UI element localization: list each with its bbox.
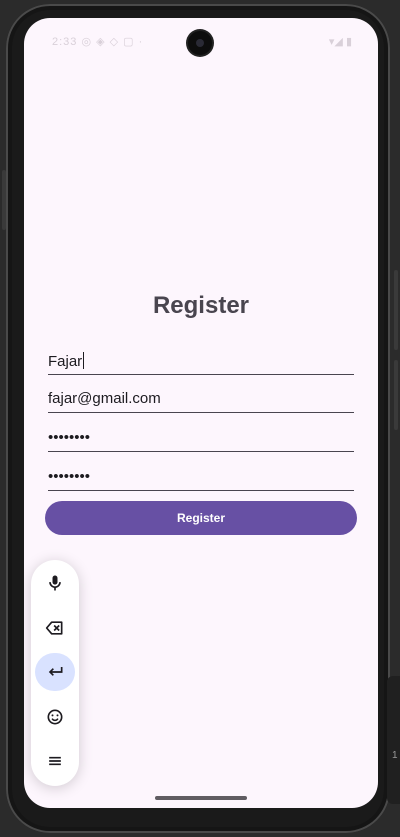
confirm-password-value: •••••••• xyxy=(48,468,91,485)
register-button[interactable]: Register xyxy=(45,501,357,535)
microphone-button[interactable] xyxy=(35,564,75,602)
menu-button[interactable] xyxy=(35,742,75,780)
front-camera xyxy=(188,31,212,55)
email-value: fajar@gmail.com xyxy=(48,390,161,407)
edge-widget-digit: 1 xyxy=(392,750,398,761)
power-button xyxy=(394,360,398,430)
status-right: ▾◢ ▮ xyxy=(328,36,352,48)
emoji-icon xyxy=(47,709,63,725)
side-button xyxy=(2,170,6,230)
menu-icon xyxy=(49,756,61,766)
keyboard-toolbar xyxy=(31,560,79,786)
name-field[interactable]: Fajar xyxy=(48,348,354,375)
enter-icon xyxy=(48,667,63,676)
status-bar: 2:33 ◎ ◈ ◇ ▢ · ▾◢ ▮ xyxy=(24,18,378,66)
emoji-button[interactable] xyxy=(35,698,75,736)
password-value: •••••••• xyxy=(48,429,91,446)
enter-button[interactable] xyxy=(35,653,75,691)
gesture-nav-handle[interactable] xyxy=(155,796,247,800)
confirm-password-field[interactable]: •••••••• xyxy=(48,464,354,491)
email-field[interactable]: fajar@gmail.com xyxy=(48,386,354,413)
password-field[interactable]: •••••••• xyxy=(48,425,354,452)
backspace-button[interactable] xyxy=(35,609,75,647)
name-value: Fajar xyxy=(48,353,83,370)
screen: 2:33 ◎ ◈ ◇ ▢ · ▾◢ ▮ Register Fajar fajar… xyxy=(24,18,378,808)
microphone-icon xyxy=(49,575,61,591)
volume-button xyxy=(394,270,398,350)
page-title: Register xyxy=(152,292,250,319)
text-caret xyxy=(83,352,85,369)
status-left: 2:33 ◎ ◈ ◇ ▢ · xyxy=(52,36,144,48)
backspace-icon xyxy=(45,621,63,635)
edge-widget[interactable]: 1 xyxy=(387,676,400,804)
